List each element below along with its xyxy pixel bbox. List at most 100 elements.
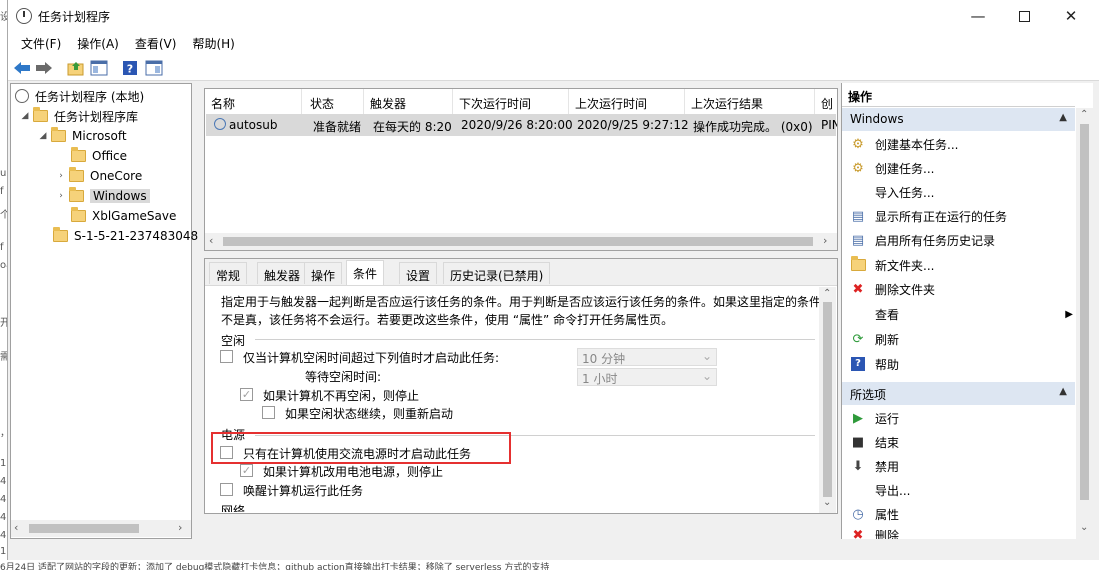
tasklist-horizontal-scrollbar[interactable]: ‹ › bbox=[205, 233, 837, 250]
action-create-basic-task[interactable]: ⚙ 创建基本任务... bbox=[850, 133, 1075, 155]
chevron-right-icon: › bbox=[59, 171, 63, 181]
action-pane-icon bbox=[145, 60, 163, 76]
folder-icon bbox=[850, 256, 866, 273]
action-delete[interactable]: ✖ 删除 bbox=[850, 527, 1075, 540]
actions-header: 操作 bbox=[842, 83, 1075, 107]
props-vertical-scrollbar[interactable]: ⌃ ⌄ bbox=[819, 287, 836, 513]
tree-item-windows[interactable]: › Windows bbox=[55, 186, 150, 206]
maximize-button[interactable] bbox=[1001, 0, 1047, 32]
action-refresh[interactable]: ⟳ 刷新 bbox=[850, 328, 1075, 350]
scroll-right-icon[interactable]: › bbox=[178, 521, 182, 534]
menu-file[interactable]: 文件(F) bbox=[13, 32, 69, 54]
scroll-up-icon[interactable]: ⌃ bbox=[1080, 109, 1088, 120]
tree-item-root[interactable]: 任务计划程序 (本地) bbox=[15, 86, 144, 106]
folder-icon bbox=[69, 187, 84, 202]
tab-actions[interactable]: 操作 bbox=[304, 262, 343, 284]
column-header-status[interactable]: 状态 bbox=[304, 89, 364, 114]
idle-duration-select[interactable]: 10 分钟 ⌄ bbox=[577, 348, 717, 366]
column-header-last-run[interactable]: 上次运行时间 bbox=[569, 89, 685, 114]
help-button[interactable]: ? bbox=[120, 58, 140, 78]
idle-duration-value: 10 分钟 bbox=[582, 352, 626, 366]
action-enable-history[interactable]: ▤ 启用所有任务历史记录 bbox=[850, 229, 1075, 251]
tree-item-library[interactable]: ◢ 任务计划程序库 bbox=[19, 106, 138, 126]
actions-vertical-scrollbar[interactable]: ⌃ ⌄ bbox=[1076, 108, 1093, 539]
cell-creator: PIN bbox=[821, 118, 837, 132]
scroll-down-icon[interactable]: ⌄ bbox=[1080, 522, 1088, 533]
strip-text: 4 bbox=[0, 512, 7, 523]
column-header-name[interactable]: 名称 bbox=[205, 89, 302, 114]
scrollbar-thumb[interactable] bbox=[223, 237, 813, 246]
action-import-task[interactable]: 导入任务... bbox=[850, 181, 1075, 203]
scrollbar-thumb[interactable] bbox=[823, 302, 832, 497]
scroll-up-icon[interactable]: ⌃ bbox=[823, 288, 831, 299]
action-disable[interactable]: ⬇ 禁用 bbox=[850, 455, 1075, 477]
action-view[interactable]: 查看 ▶ bbox=[850, 303, 1075, 325]
scrollbar-thumb[interactable] bbox=[29, 524, 139, 533]
run-icon: ▶ bbox=[853, 410, 863, 426]
idle-restart-checkbox[interactable] bbox=[262, 406, 275, 419]
action-label: 启用所有任务历史记录 bbox=[875, 233, 996, 248]
idle-restart-label: 如果空闲状态继续，则重新启动 bbox=[285, 407, 454, 421]
close-button[interactable]: ✕ bbox=[1048, 0, 1094, 32]
strip-text: 4 bbox=[0, 530, 7, 541]
power-battery-checkbox[interactable]: ✓ bbox=[240, 464, 253, 477]
collapse-icon: ▲ bbox=[1059, 112, 1067, 123]
column-header-next-run[interactable]: 下次运行时间 bbox=[453, 89, 569, 114]
menu-help[interactable]: 帮助(H) bbox=[184, 32, 242, 54]
action-export[interactable]: 导出... bbox=[850, 479, 1075, 501]
strip-text: f bbox=[0, 242, 4, 253]
wake-checkbox[interactable] bbox=[220, 483, 233, 496]
windows-section-header[interactable]: Windows ▲ bbox=[842, 108, 1075, 131]
back-button[interactable] bbox=[12, 58, 32, 78]
selected-section-title: 所选项 bbox=[850, 388, 887, 402]
tree-item-microsoft[interactable]: ◢ Microsoft bbox=[37, 126, 127, 146]
tab-general[interactable]: 常规 bbox=[209, 262, 248, 284]
highlight-box bbox=[211, 432, 511, 464]
action-end[interactable]: ■ 结束 bbox=[850, 431, 1075, 453]
tab-history[interactable]: 历史记录(已禁用) bbox=[443, 262, 551, 284]
column-header-trigger[interactable]: 触发器 bbox=[364, 89, 453, 114]
idle-wait-select[interactable]: 1 小时 ⌄ bbox=[577, 368, 717, 386]
tree-item-onecore[interactable]: › OneCore bbox=[55, 166, 142, 186]
column-header-last-result[interactable]: 上次运行结果 bbox=[685, 89, 815, 114]
show-hide-action-pane-button[interactable] bbox=[144, 58, 164, 78]
action-run[interactable]: ▶ 运行 bbox=[850, 407, 1075, 429]
scroll-right-icon[interactable]: › bbox=[823, 234, 827, 247]
column-header-creator[interactable]: 创建 bbox=[815, 89, 837, 114]
tab-triggers[interactable]: 触发器 bbox=[257, 262, 308, 284]
action-create-task[interactable]: ⚙ 创建任务... bbox=[850, 157, 1075, 179]
scroll-down-icon[interactable]: ⌄ bbox=[823, 497, 831, 508]
chevron-down-icon: ⌄ bbox=[701, 369, 712, 383]
action-help[interactable]: ? 帮助 bbox=[850, 353, 1075, 375]
idle-start-checkbox[interactable] bbox=[220, 350, 233, 363]
tab-settings[interactable]: 设置 bbox=[399, 262, 438, 284]
title-bar[interactable]: 任务计划程序 — ✕ bbox=[8, 0, 1099, 32]
action-label: 结束 bbox=[875, 435, 900, 450]
action-properties[interactable]: ◷ 属性 bbox=[850, 503, 1075, 525]
minimize-button[interactable]: — bbox=[955, 0, 1001, 32]
scroll-left-icon[interactable]: ‹ bbox=[209, 234, 213, 247]
scroll-left-icon[interactable]: ‹ bbox=[14, 521, 18, 534]
action-label: 导出... bbox=[875, 483, 911, 498]
tree-horizontal-scrollbar[interactable]: ‹ › bbox=[11, 520, 191, 537]
up-folder-button[interactable] bbox=[66, 58, 86, 78]
menu-view[interactable]: 查看(V) bbox=[127, 32, 185, 54]
action-label: 删除 bbox=[875, 529, 900, 539]
tab-conditions[interactable]: 条件 bbox=[346, 260, 385, 285]
properties-icon: ◷ bbox=[852, 506, 864, 522]
section-divider bbox=[255, 339, 815, 340]
tree-item-sid[interactable]: S-1-5-21-237483048 bbox=[53, 226, 198, 246]
idle-stop-checkbox[interactable]: ✓ bbox=[240, 388, 253, 401]
tree-item-office[interactable]: Office bbox=[71, 146, 127, 166]
action-new-folder[interactable]: 新文件夹... bbox=[850, 254, 1075, 276]
tree-item-xblgamesave[interactable]: XblGameSave bbox=[71, 206, 176, 226]
menu-action[interactable]: 操作(A) bbox=[69, 32, 127, 54]
selected-section-header[interactable]: 所选项 ▲ bbox=[842, 382, 1075, 405]
action-delete-folder[interactable]: ✖ 删除文件夹 bbox=[850, 278, 1075, 300]
cell-last-result: 操作成功完成。 (0x0) bbox=[693, 120, 813, 134]
forward-button[interactable] bbox=[34, 58, 54, 78]
show-hide-tree-button[interactable] bbox=[89, 58, 109, 78]
scrollbar-thumb[interactable] bbox=[1080, 124, 1089, 500]
tree-item-label: 任务计划程序库 bbox=[54, 109, 139, 124]
action-show-running[interactable]: ▤ 显示所有正在运行的任务 bbox=[850, 205, 1075, 227]
